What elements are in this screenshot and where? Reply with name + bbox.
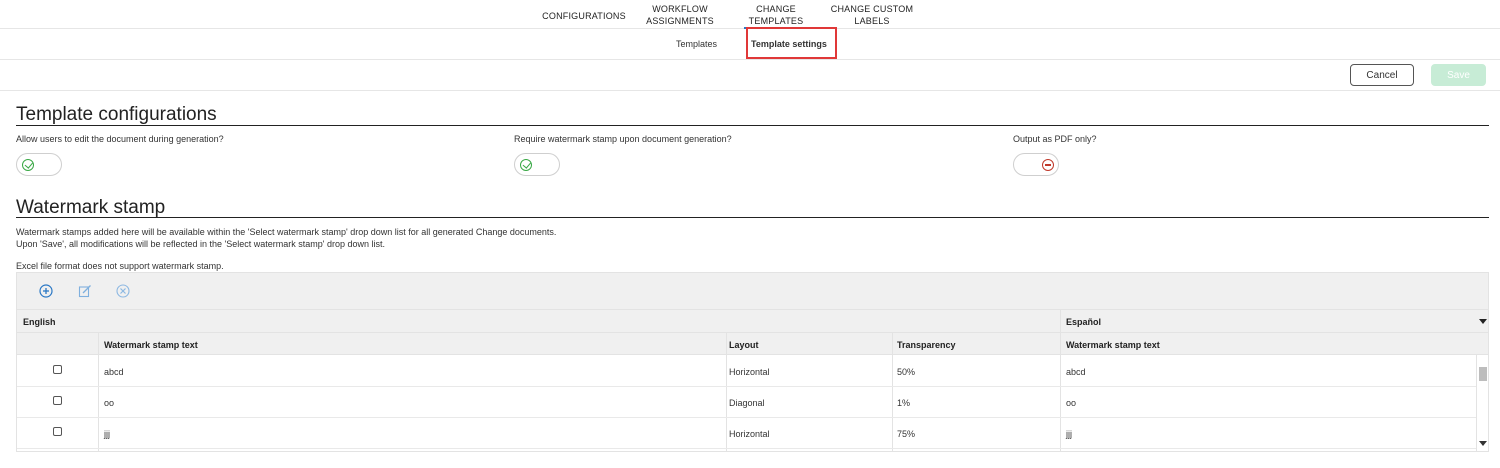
tab-change-custom-labels[interactable]: CHANGE CUSTOM LABELS	[826, 3, 918, 27]
grid-toolbar	[17, 273, 1488, 309]
remove-icon[interactable]	[116, 284, 130, 298]
column-header-watermark-text[interactable]: Watermark stamp text	[104, 340, 198, 350]
edit-icon[interactable]	[78, 284, 92, 298]
option-label-require-watermark: Require watermark stamp upon document ge…	[514, 134, 732, 144]
highlight-box	[746, 27, 837, 59]
check-icon	[520, 159, 532, 171]
table-row[interactable]: oo Diagonal 1% oo	[17, 387, 1476, 418]
toggle-require-watermark[interactable]	[514, 153, 560, 176]
cell-transparency: 50%	[897, 367, 916, 377]
cell-layout: Diagonal	[729, 398, 765, 408]
cell-watermark-text: abcd	[104, 367, 124, 377]
save-button[interactable]: Save	[1431, 64, 1486, 86]
tab-configurations[interactable]: CONFIGURATIONS	[540, 10, 628, 22]
toggle-pdf-only[interactable]	[1013, 153, 1059, 176]
cell-layout: Horizontal	[729, 429, 770, 439]
section-divider	[16, 217, 1489, 218]
group-header-english: English	[23, 317, 56, 327]
column-header-layout[interactable]: Layout	[729, 340, 759, 350]
tab-change-custom-labels-label: CHANGE CUSTOM LABELS	[830, 4, 914, 26]
top-nav: CONFIGURATIONS WORKFLOW ASSIGNMENTS CHAN…	[0, 0, 1500, 29]
watermark-description-2: Upon 'Save', all modifications will be r…	[16, 239, 386, 249]
tab-workflow-assignments[interactable]: WORKFLOW ASSIGNMENTS	[642, 3, 718, 27]
tab-workflow-assignments-label: WORKFLOW ASSIGNMENTS	[646, 4, 714, 26]
check-icon	[22, 159, 34, 171]
toggle-allow-edit[interactable]	[16, 153, 62, 176]
cell-spanish-text: jjj	[1066, 429, 1072, 439]
column-group-row: English Español	[17, 309, 1488, 332]
tab-change-templates[interactable]: CHANGE TEMPLATES	[738, 3, 814, 27]
column-header-transparency[interactable]: Transparency	[897, 340, 956, 350]
table-row[interactable]: jjj Horizontal 75% jjj	[17, 418, 1476, 449]
cell-watermark-text: jjj	[104, 429, 110, 439]
section-title-template-configurations: Template configurations	[16, 104, 217, 125]
column-header-row: Watermark stamp text Layout Transparency…	[17, 332, 1488, 355]
minus-circle-icon	[1042, 159, 1054, 171]
column-header-spanish-text[interactable]: Watermark stamp text	[1066, 340, 1160, 350]
row-checkbox[interactable]	[53, 427, 62, 436]
vertical-scrollbar[interactable]	[1476, 355, 1488, 451]
option-label-pdf-only: Output as PDF only?	[1013, 134, 1097, 144]
cell-transparency: 75%	[897, 429, 916, 439]
scrollbar-thumb[interactable]	[1479, 367, 1487, 381]
watermark-description: Watermark stamps added here will be avai…	[16, 227, 557, 237]
cell-spanish-text: abcd	[1066, 367, 1086, 377]
cancel-button[interactable]: Cancel	[1350, 64, 1414, 86]
tab-change-templates-label: CHANGE TEMPLATES	[748, 4, 804, 26]
section-title-watermark-stamp: Watermark stamp	[16, 197, 166, 218]
row-checkbox[interactable]	[53, 365, 62, 374]
scroll-down-arrow-icon[interactable]	[1479, 441, 1487, 446]
sub-nav: Templates Template settings	[0, 27, 1500, 60]
add-icon[interactable]	[39, 284, 53, 298]
cell-layout: Horizontal	[729, 367, 770, 377]
watermark-grid: English Español Watermark stamp text Lay…	[16, 272, 1489, 452]
subtab-templates[interactable]: Templates	[676, 39, 717, 49]
table-row[interactable]: abcd Horizontal 50% abcd	[17, 356, 1476, 387]
chevron-down-icon[interactable]	[1479, 319, 1487, 324]
action-bar: Cancel Save	[0, 60, 1500, 91]
group-header-spanish[interactable]: Español	[1066, 317, 1101, 327]
option-label-allow-edit: Allow users to edit the document during …	[16, 134, 224, 144]
row-checkbox[interactable]	[53, 396, 62, 405]
watermark-note: Excel file format does not support water…	[16, 261, 224, 271]
cell-transparency: 1%	[897, 398, 911, 408]
section-divider	[16, 125, 1489, 126]
cell-spanish-text: oo	[1066, 398, 1077, 408]
cell-watermark-text: oo	[104, 398, 115, 408]
